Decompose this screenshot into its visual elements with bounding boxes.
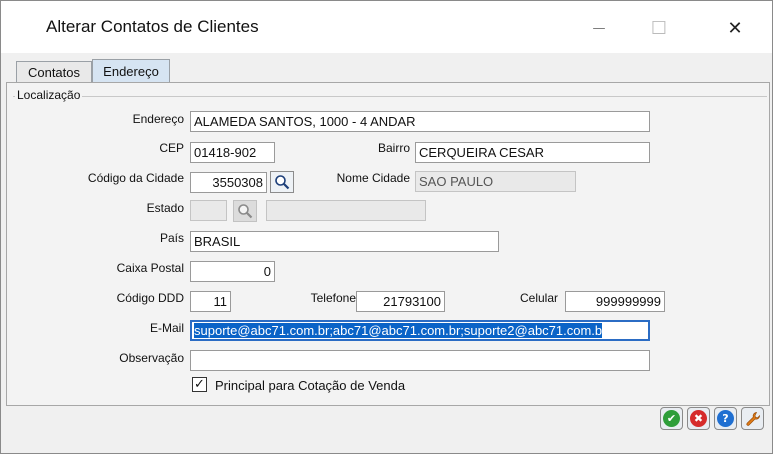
tab-label: Endereço <box>103 63 159 79</box>
cancel-icon: ✖ <box>690 410 707 427</box>
group-divider <box>13 96 767 97</box>
email-field[interactable]: suporte@abc71.com.br;abc71@abc71.com.br;… <box>190 320 650 341</box>
help-button[interactable]: ? <box>714 407 737 430</box>
codigo-cidade-label: Código da Cidade <box>87 171 184 185</box>
minimize-icon: — <box>592 20 606 36</box>
help-icon: ? <box>717 410 734 427</box>
estado-field <box>190 200 227 221</box>
cancel-button[interactable]: ✖ <box>687 407 710 430</box>
estado-lookup-button <box>233 200 257 222</box>
group-legend: Localização <box>15 88 83 102</box>
telefone-field[interactable]: 21793100 <box>356 291 445 312</box>
telefone-label: Telefone <box>310 291 356 305</box>
observacao-field[interactable] <box>190 350 650 371</box>
title-bar: Alterar Contatos de Clientes — ☐ ✕ <box>1 1 772 53</box>
close-button[interactable]: ✕ <box>713 9 757 47</box>
celular-label: Celular <box>519 291 558 305</box>
tab-contatos[interactable]: Contatos <box>16 61 92 82</box>
maximize-icon: ☐ <box>650 17 668 39</box>
cep-label: CEP <box>159 141 184 155</box>
magnifier-icon <box>275 175 290 190</box>
email-label: E-Mail <box>149 321 184 335</box>
tools-button[interactable] <box>741 407 764 430</box>
principal-checkbox-label[interactable]: Principal para Cotação de Venda <box>215 378 405 393</box>
bairro-field[interactable]: CERQUEIRA CESAR <box>415 142 650 163</box>
codigo-cidade-field[interactable]: 3550308 <box>190 172 267 193</box>
dialog-window: Alterar Contatos de Clientes — ☐ ✕ Conta… <box>0 0 773 454</box>
city-lookup-button[interactable] <box>270 171 294 193</box>
magnifier-icon <box>238 204 253 219</box>
checkmark-icon: ✓ <box>194 377 205 392</box>
codigo-ddd-label: Código DDD <box>116 291 184 305</box>
celular-field[interactable]: 999999999 <box>565 291 665 312</box>
caixa-postal-field[interactable]: 0 <box>190 261 275 282</box>
nome-cidade-field: SAO PAULO <box>415 171 576 192</box>
endereco-field[interactable]: ALAMEDA SANTOS, 1000 - 4 ANDAR <box>190 111 650 132</box>
confirm-button[interactable]: ✔ <box>660 407 683 430</box>
pais-label: País <box>159 231 184 245</box>
cep-field[interactable]: 01418-902 <box>190 142 275 163</box>
wrench-icon <box>745 411 760 426</box>
nome-cidade-label: Nome Cidade <box>336 171 410 185</box>
window-title: Alterar Contatos de Clientes <box>46 17 259 36</box>
principal-checkbox[interactable]: ✓ <box>192 377 207 392</box>
estado-label: Estado <box>146 201 184 215</box>
maximize-button[interactable]: ☐ <box>637 9 681 47</box>
tab-label: Contatos <box>27 64 81 80</box>
observacao-label: Observação <box>119 351 184 365</box>
bairro-label: Bairro <box>377 141 410 155</box>
caixa-postal-label: Caixa Postal <box>116 261 184 275</box>
tab-endereco[interactable]: Endereço <box>92 59 170 82</box>
estado-nome-field <box>266 200 426 221</box>
endereco-label: Endereço <box>132 112 184 126</box>
pais-field[interactable]: BRASIL <box>190 231 499 252</box>
codigo-ddd-field[interactable]: 11 <box>190 291 231 312</box>
check-icon: ✔ <box>663 410 680 427</box>
close-icon: ✕ <box>727 17 743 39</box>
minimize-button[interactable]: — <box>577 9 621 47</box>
email-selected-text: suporte@abc71.com.br;abc71@abc71.com.br;… <box>194 323 603 338</box>
